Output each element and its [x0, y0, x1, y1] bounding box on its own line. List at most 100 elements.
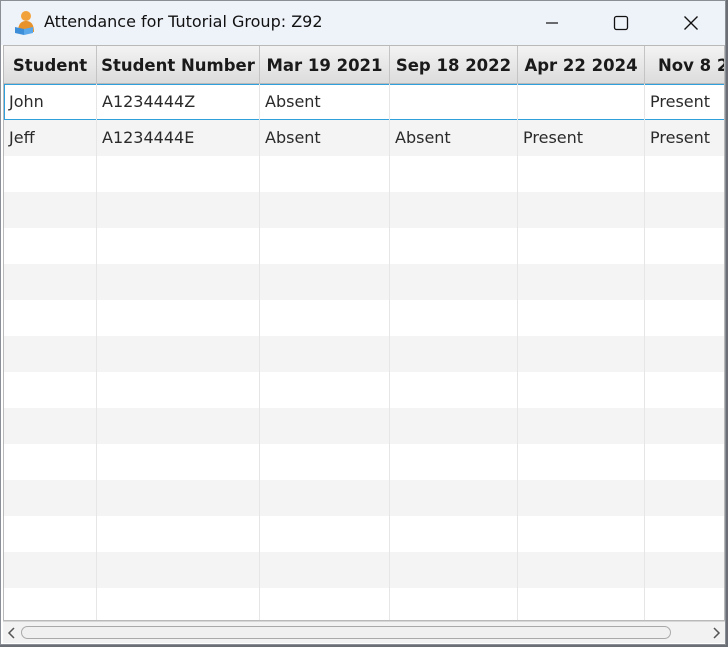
empty-cell	[518, 444, 645, 480]
minimize-icon	[546, 22, 558, 24]
column-header-sep-18-2022[interactable]: Sep 18 2022	[390, 46, 518, 84]
cell-student: Jeff	[4, 120, 97, 156]
empty-cell	[390, 588, 518, 620]
empty-cell	[4, 156, 97, 192]
empty-cell	[645, 552, 724, 588]
empty-cell	[645, 264, 724, 300]
empty-cell	[4, 300, 97, 336]
empty-cell	[518, 516, 645, 552]
empty-cell	[4, 516, 97, 552]
column-header-nov-8-2024[interactable]: Nov 8 2024	[645, 46, 724, 84]
column-header-apr-22-2024[interactable]: Apr 22 2024	[518, 46, 645, 84]
empty-cell	[390, 336, 518, 372]
cell-student-number: A1234444Z	[97, 84, 260, 120]
empty-cell	[4, 552, 97, 588]
cell-nov-8-2024: Present	[645, 84, 724, 120]
empty-table-row	[4, 552, 724, 588]
maximize-button[interactable]	[598, 1, 644, 45]
empty-cell	[260, 264, 390, 300]
column-header-student-number[interactable]: Student Number	[97, 46, 260, 84]
close-icon	[684, 16, 698, 30]
empty-table-row	[4, 156, 724, 192]
empty-cell	[260, 372, 390, 408]
empty-cell	[260, 552, 390, 588]
empty-table-row	[4, 336, 724, 372]
horizontal-scrollbar[interactable]	[3, 621, 725, 643]
empty-cell	[97, 156, 260, 192]
table-row[interactable]: Jeff A1234444E Absent Absent Present Pre…	[4, 120, 724, 156]
empty-cell	[390, 192, 518, 228]
empty-cell	[97, 336, 260, 372]
empty-cell	[4, 444, 97, 480]
empty-table-row	[4, 588, 724, 620]
empty-cell	[4, 264, 97, 300]
empty-table-row	[4, 408, 724, 444]
cell-apr-22-2024	[518, 84, 645, 120]
empty-cell	[97, 192, 260, 228]
empty-cell	[260, 228, 390, 264]
column-header-mar-19-2021[interactable]: Mar 19 2021	[260, 46, 390, 84]
empty-cell	[97, 300, 260, 336]
empty-cell	[97, 372, 260, 408]
empty-cell	[390, 516, 518, 552]
empty-cell	[645, 444, 724, 480]
empty-table-row	[4, 228, 724, 264]
empty-cell	[97, 444, 260, 480]
empty-cell	[390, 480, 518, 516]
empty-cell	[645, 192, 724, 228]
empty-cell	[260, 444, 390, 480]
table-header: Student Student Number Mar 19 2021 Sep 1…	[4, 46, 724, 84]
empty-cell	[390, 552, 518, 588]
attendance-table[interactable]: Student Student Number Mar 19 2021 Sep 1…	[3, 45, 725, 621]
empty-cell	[390, 156, 518, 192]
empty-cell	[4, 192, 97, 228]
cell-mar-19-2021: Absent	[260, 84, 390, 120]
column-header-student[interactable]: Student	[4, 46, 97, 84]
empty-cell	[645, 336, 724, 372]
cell-student-number: A1234444E	[97, 120, 260, 156]
empty-cell	[390, 408, 518, 444]
cell-student: John	[4, 84, 97, 120]
scrollbar-thumb[interactable]	[21, 626, 671, 639]
minimize-button[interactable]	[529, 1, 575, 45]
empty-cell	[645, 516, 724, 552]
empty-cell	[518, 552, 645, 588]
empty-cell	[645, 480, 724, 516]
empty-cell	[4, 408, 97, 444]
empty-cell	[260, 480, 390, 516]
empty-cell	[260, 588, 390, 620]
cell-nov-8-2024: Present	[645, 120, 724, 156]
empty-cell	[4, 372, 97, 408]
empty-table-row	[4, 480, 724, 516]
empty-cell	[390, 372, 518, 408]
empty-cell	[97, 408, 260, 444]
cell-mar-19-2021: Absent	[260, 120, 390, 156]
empty-cell	[518, 408, 645, 444]
empty-table-row	[4, 372, 724, 408]
empty-cell	[645, 408, 724, 444]
title-bar: Attendance for Tutorial Group: Z92	[1, 1, 725, 45]
empty-cell	[645, 588, 724, 620]
empty-cell	[4, 228, 97, 264]
close-button[interactable]	[668, 1, 714, 45]
cell-sep-18-2022: Absent	[390, 120, 518, 156]
empty-cell	[260, 408, 390, 444]
empty-cell	[518, 156, 645, 192]
maximize-icon	[613, 15, 629, 31]
empty-cell	[390, 300, 518, 336]
table-row[interactable]: John A1234444Z Absent Present	[4, 84, 724, 120]
scroll-right-icon[interactable]	[709, 625, 723, 641]
empty-cell	[97, 516, 260, 552]
empty-cell	[518, 336, 645, 372]
empty-cell	[518, 300, 645, 336]
scroll-left-icon[interactable]	[5, 625, 19, 641]
empty-cell	[518, 192, 645, 228]
empty-cell	[97, 552, 260, 588]
cell-sep-18-2022	[390, 84, 518, 120]
empty-cell	[390, 444, 518, 480]
empty-table-row	[4, 192, 724, 228]
empty-cell	[4, 588, 97, 620]
cell-apr-22-2024: Present	[518, 120, 645, 156]
empty-cell	[645, 228, 724, 264]
empty-cell	[260, 300, 390, 336]
